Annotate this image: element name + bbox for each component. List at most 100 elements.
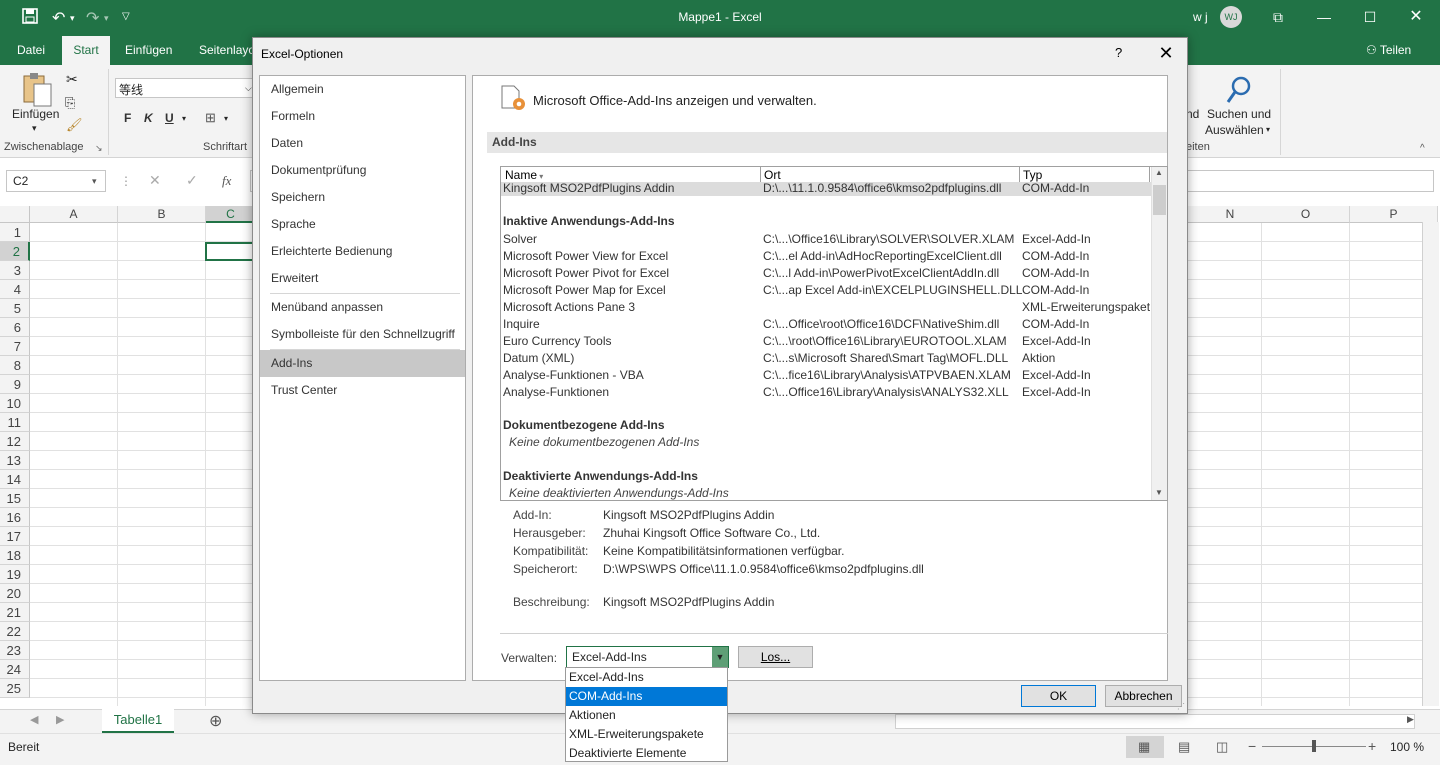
column-header[interactable]: B [118, 206, 206, 223]
zoom-out-icon[interactable]: − [1248, 738, 1256, 754]
list-item[interactable]: Solver C:\...\Office16\Library\SOLVER\SOL… [501, 231, 1151, 248]
list-item-selected[interactable]: Kingsoft MSO2PdfPlugins Addin D:\...\11.… [501, 182, 1151, 196]
list-item[interactable]: Analyse-Funktionen C:\...Office16\Library… [501, 384, 1151, 401]
row-header[interactable]: 22 [0, 622, 30, 641]
page-break-icon[interactable]: ◫ [1216, 739, 1228, 755]
list-item[interactable]: Analyse-Funktionen - VBA C:\...fice16\Lib… [501, 367, 1151, 384]
zoom-slider-thumb[interactable] [1312, 740, 1316, 752]
share-button[interactable]: ⚇ Teilen [1366, 43, 1411, 57]
active-cell[interactable] [205, 242, 255, 261]
italic-button[interactable]: K [144, 111, 153, 125]
addins-list[interactable]: Name ▾ Ort Typ Kingsoft MSO2PdfPlugins A… [500, 166, 1168, 501]
format-painter-icon[interactable]: 🖌 [66, 117, 83, 133]
row-header[interactable]: 15 [0, 489, 30, 508]
row-header[interactable]: 4 [0, 280, 30, 299]
nav-formeln[interactable]: Formeln [260, 103, 465, 130]
column-header[interactable]: N [1188, 206, 1273, 223]
list-item[interactable]: Inquire C:\...Office\root\Office16\DCF\Na… [501, 316, 1151, 333]
page-layout-icon[interactable]: ▤ [1178, 739, 1190, 755]
row-header[interactable]: 12 [0, 432, 30, 451]
sheet-next-icon[interactable]: ▶ [56, 713, 64, 726]
manage-select[interactable]: Excel-Add-Ins ▼ [566, 646, 729, 668]
row-header[interactable]: 8 [0, 356, 30, 375]
go-button[interactable]: Los... [738, 646, 813, 668]
row-header[interactable]: 2 [0, 242, 30, 261]
chevron-down-icon[interactable]: ▼ [712, 647, 728, 667]
nav-erleichterte-bedienung[interactable]: Erleichterte Bedienung [260, 238, 465, 265]
nav-allgemein[interactable]: Allgemein [260, 76, 465, 103]
row-header[interactable]: 10 [0, 394, 30, 413]
insert-function-button[interactable]: fx [222, 173, 231, 189]
bold-button[interactable]: F [124, 111, 131, 125]
cancel-icon[interactable]: ✕ [149, 172, 161, 189]
minimize-icon[interactable]: — [1304, 4, 1344, 30]
list-item[interactable]: Microsoft Power View for Excel C:\...el A… [501, 248, 1151, 265]
nav-menueband-anpassen[interactable]: Menüband anpassen [260, 294, 465, 321]
list-item[interactable]: Microsoft Power Pivot for Excel C:\...l A… [501, 265, 1151, 282]
sheet-tab[interactable]: Tabelle1 [102, 709, 174, 733]
dropdown-option[interactable]: Excel-Add-Ins [566, 668, 727, 687]
maximize-icon[interactable]: ☐ [1350, 4, 1390, 30]
paste-dropdown-icon[interactable]: ▾ [32, 123, 37, 134]
scroll-down-icon[interactable]: ▼ [1155, 488, 1163, 497]
search-icon[interactable] [1225, 75, 1253, 108]
row-header[interactable]: 23 [0, 641, 30, 660]
row-header[interactable]: 13 [0, 451, 30, 470]
underline-dropdown-icon[interactable]: ▾ [182, 114, 186, 123]
dropdown-option[interactable]: Deaktivierte Elemente [566, 744, 727, 763]
row-header[interactable]: 5 [0, 299, 30, 318]
name-box[interactable]: C2 [6, 170, 106, 192]
column-header[interactable]: P [1350, 206, 1438, 223]
list-scrollbar[interactable]: ▲ ▼ [1151, 167, 1167, 500]
dropdown-option[interactable]: XML-Erweiterungspakete [566, 725, 727, 744]
add-sheet-icon[interactable]: ⊕ [209, 711, 222, 731]
nav-sprache[interactable]: Sprache [260, 211, 465, 238]
horizontal-scrollbar[interactable] [895, 714, 1415, 729]
resize-grip-icon[interactable]: ⋰ [1177, 702, 1185, 711]
list-item[interactable]: Microsoft Actions Pane 3 XML-Erweiterungs… [501, 299, 1151, 316]
list-item[interactable]: Euro Currency Tools C:\...\root\Office16\… [501, 333, 1151, 350]
font-name-combo[interactable]: 等线 [115, 78, 255, 98]
scroll-up-icon[interactable]: ▲ [1155, 168, 1163, 177]
tab-einfuegen[interactable]: Einfügen [125, 43, 172, 57]
nav-trust-center[interactable]: Trust Center [260, 377, 465, 404]
find-select-label-1[interactable]: Suchen und [1207, 107, 1271, 121]
sheet-prev-icon[interactable]: ◀ [30, 713, 38, 726]
row-header[interactable]: 20 [0, 584, 30, 603]
row-header[interactable]: 3 [0, 261, 30, 280]
font-dropdown-icon[interactable]: ⌵ [245, 83, 252, 94]
column-header[interactable]: O [1262, 206, 1350, 223]
collapse-ribbon-icon[interactable]: ^ [1420, 143, 1425, 154]
row-header[interactable]: 9 [0, 375, 30, 394]
row-header[interactable]: 6 [0, 318, 30, 337]
avatar[interactable]: WJ [1220, 6, 1242, 28]
paste-icon[interactable] [20, 72, 54, 108]
list-item[interactable]: Datum (XML) C:\...s\Microsoft Shared\Smar… [501, 350, 1151, 367]
border-icon[interactable]: ⊞ [205, 110, 216, 126]
ribbon-display-icon[interactable]: ⧉ [1258, 4, 1298, 30]
row-header[interactable]: 19 [0, 565, 30, 584]
nav-daten[interactable]: Daten [260, 130, 465, 157]
find-select-label-2[interactable]: Auswählen [1205, 123, 1264, 137]
help-button[interactable]: ? [1115, 45, 1122, 60]
select-all-corner[interactable] [0, 206, 30, 223]
row-header[interactable]: 7 [0, 337, 30, 356]
ok-button[interactable]: OK [1021, 685, 1096, 707]
dropdown-option-selected[interactable]: COM-Add-Ins [566, 687, 727, 706]
tab-datei[interactable]: Datei [17, 43, 45, 57]
name-box-dropdown-icon[interactable]: ▾ [92, 176, 97, 187]
zoom-level[interactable]: 100 % [1390, 740, 1424, 754]
row-header[interactable]: 24 [0, 660, 30, 679]
row-header[interactable]: 21 [0, 603, 30, 622]
find-select-dropdown-icon[interactable]: ▾ [1266, 125, 1270, 134]
copy-icon[interactable]: ⎘ [65, 95, 75, 111]
cut-icon[interactable]: ✂ [66, 71, 78, 88]
border-dropdown-icon[interactable]: ▾ [224, 114, 228, 123]
close-icon[interactable]: ✕ [1153, 41, 1179, 65]
nav-add-ins[interactable]: Add-Ins [260, 350, 465, 377]
column-header[interactable]: C [206, 206, 256, 223]
underline-button[interactable]: U [165, 111, 174, 125]
close-window-icon[interactable]: ✕ [1396, 4, 1436, 30]
nav-symbolleiste[interactable]: Symbolleiste für den Schnellzugriff [260, 321, 465, 348]
list-item[interactable]: Microsoft Power Map for Excel C:\...ap Ex… [501, 282, 1151, 299]
